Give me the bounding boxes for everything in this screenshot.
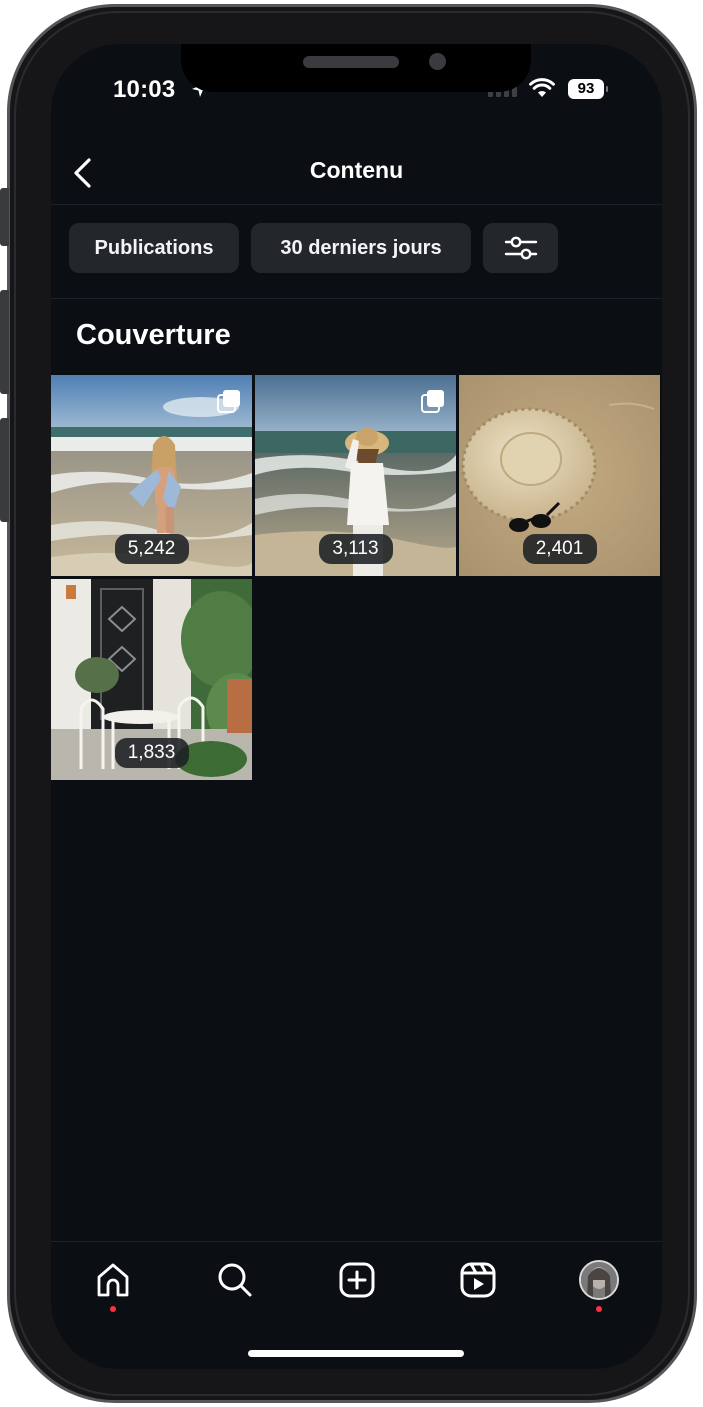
carousel-icon xyxy=(421,390,444,413)
post-tile[interactable]: 1,833 xyxy=(51,579,252,780)
home-notification-dot xyxy=(110,1306,116,1312)
filter-content-type[interactable]: Publications xyxy=(69,223,239,273)
tab-bar-divider xyxy=(51,1241,662,1242)
filter-date-range[interactable]: 30 derniers jours xyxy=(251,223,471,273)
reach-count-badge: 5,242 xyxy=(114,534,189,564)
post-tile[interactable]: 3,113 xyxy=(255,375,456,576)
header-divider xyxy=(51,204,662,205)
home-indicator xyxy=(248,1350,464,1357)
profile-notification-dot xyxy=(596,1306,602,1312)
filters-divider xyxy=(51,298,662,299)
status-time: 10:03 xyxy=(113,76,176,103)
volume-up-button xyxy=(0,290,9,394)
battery-indicator: 93 xyxy=(568,79,608,99)
mute-switch xyxy=(0,188,9,246)
front-camera xyxy=(429,53,446,70)
create-icon xyxy=(339,1262,375,1298)
filter-sliders-icon xyxy=(504,236,537,260)
profile-avatar xyxy=(579,1260,619,1300)
tab-search[interactable] xyxy=(213,1258,257,1302)
reach-count-badge: 2,401 xyxy=(522,534,597,564)
reach-count-badge: 3,113 xyxy=(318,534,393,564)
section-title: Couverture xyxy=(76,319,231,351)
reach-count-badge: 1,833 xyxy=(114,738,189,768)
wifi-icon xyxy=(529,78,555,97)
tab-home[interactable] xyxy=(91,1258,135,1302)
screen: 10:03 93 Contenu Publications 30 dernier… xyxy=(51,44,662,1369)
post-tile[interactable]: 2,401 xyxy=(459,375,660,576)
speaker xyxy=(303,56,399,68)
post-tile[interactable]: 5,242 xyxy=(51,375,252,576)
search-icon xyxy=(218,1263,252,1297)
volume-down-button xyxy=(0,418,9,522)
page-title: Contenu xyxy=(309,157,404,183)
filter-settings-button[interactable] xyxy=(483,223,558,273)
home-icon xyxy=(97,1263,129,1297)
carousel-icon xyxy=(217,390,240,413)
notch xyxy=(181,44,531,92)
reels-icon xyxy=(460,1262,496,1298)
tab-profile[interactable] xyxy=(577,1258,621,1302)
tab-reels[interactable] xyxy=(456,1258,500,1302)
tab-create[interactable] xyxy=(335,1258,379,1302)
